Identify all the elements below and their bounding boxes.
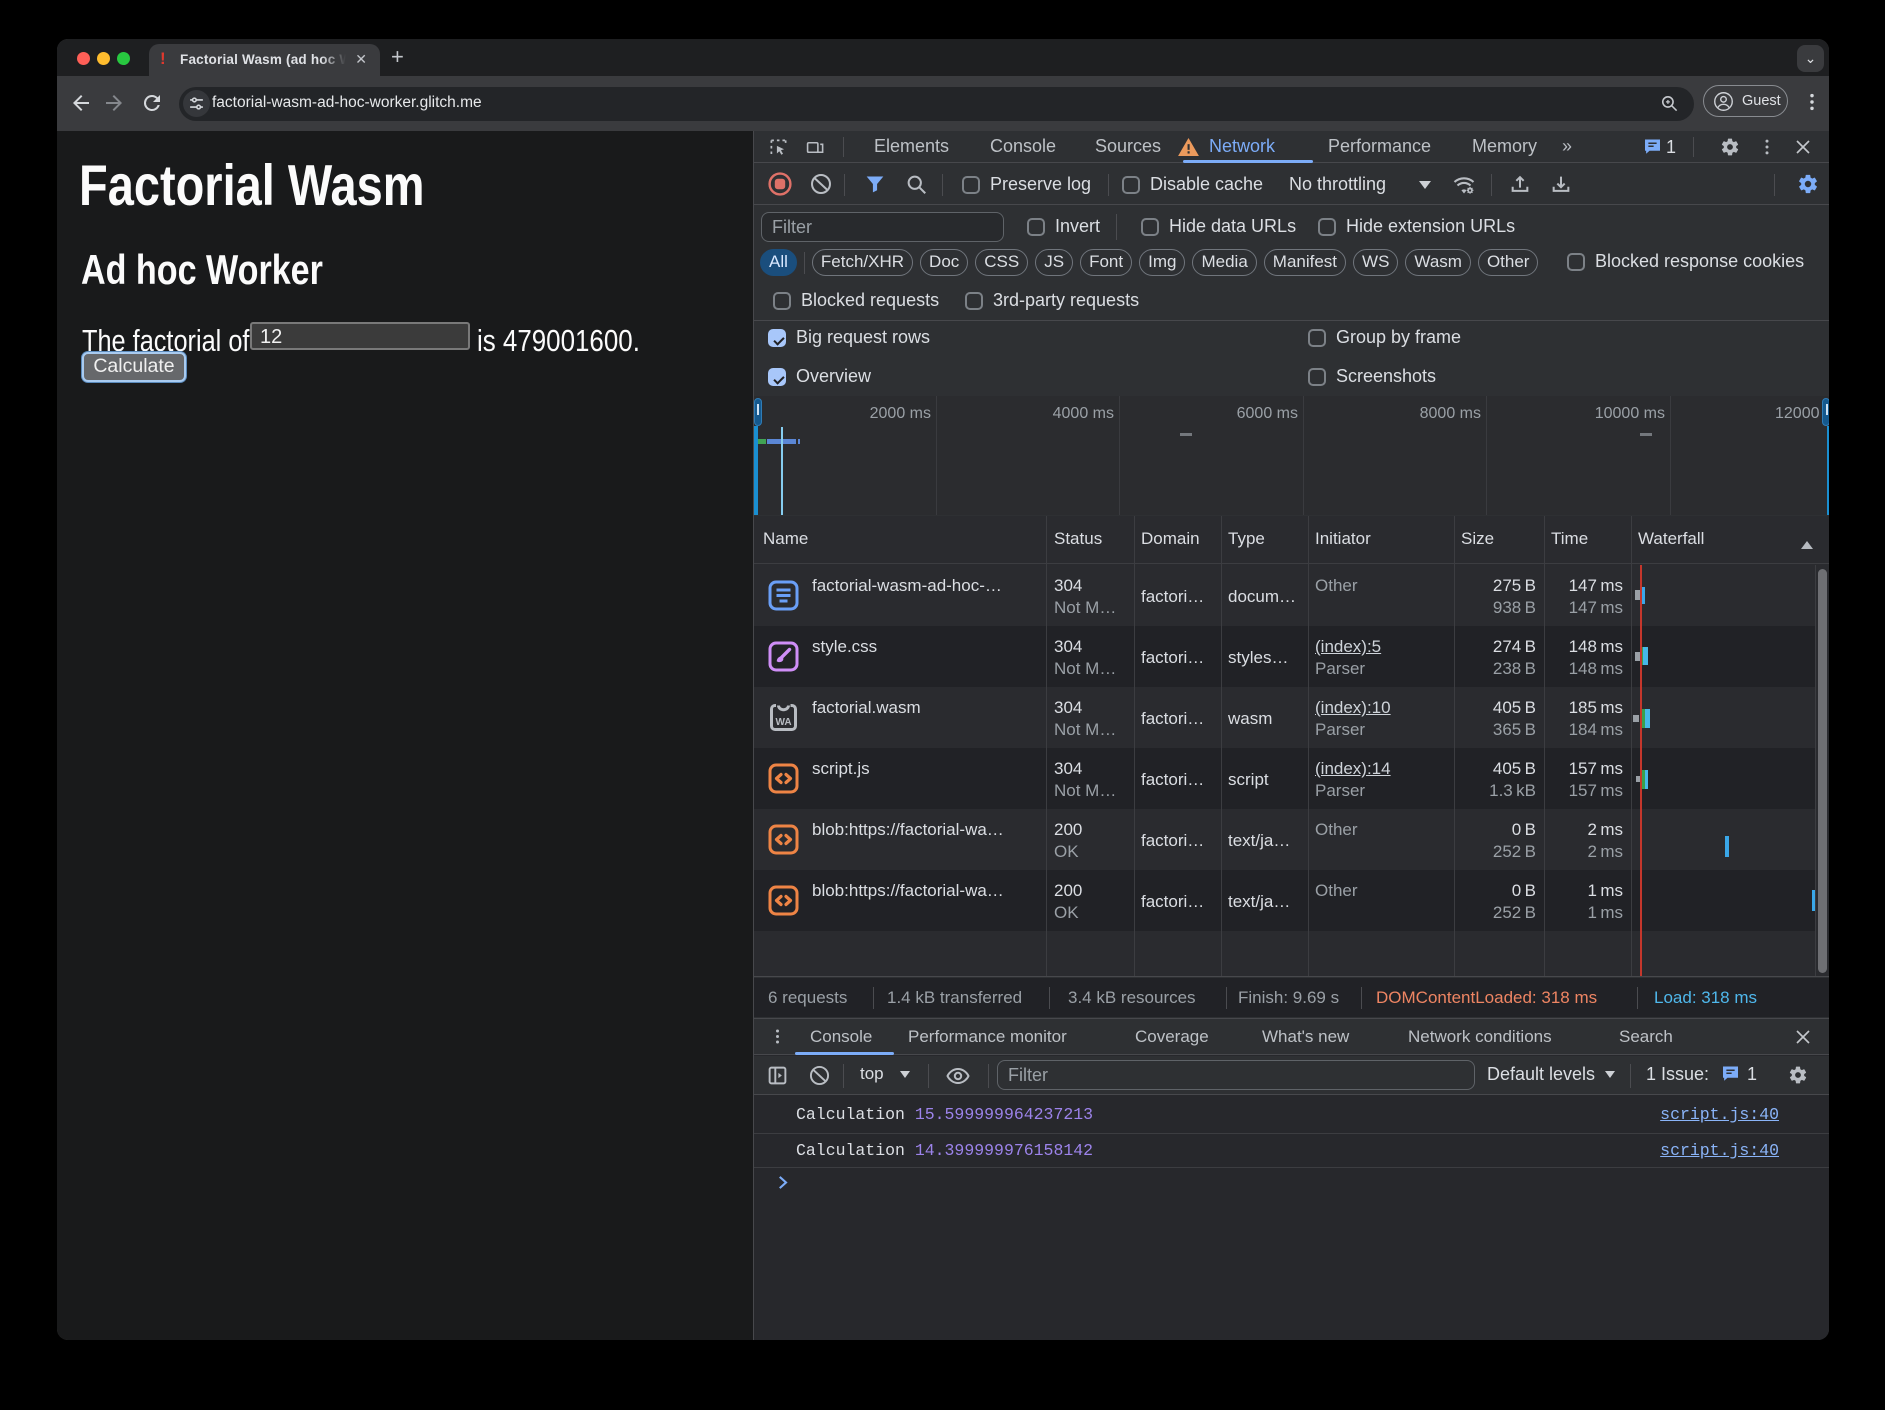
svg-text:WA: WA: [775, 717, 791, 728]
